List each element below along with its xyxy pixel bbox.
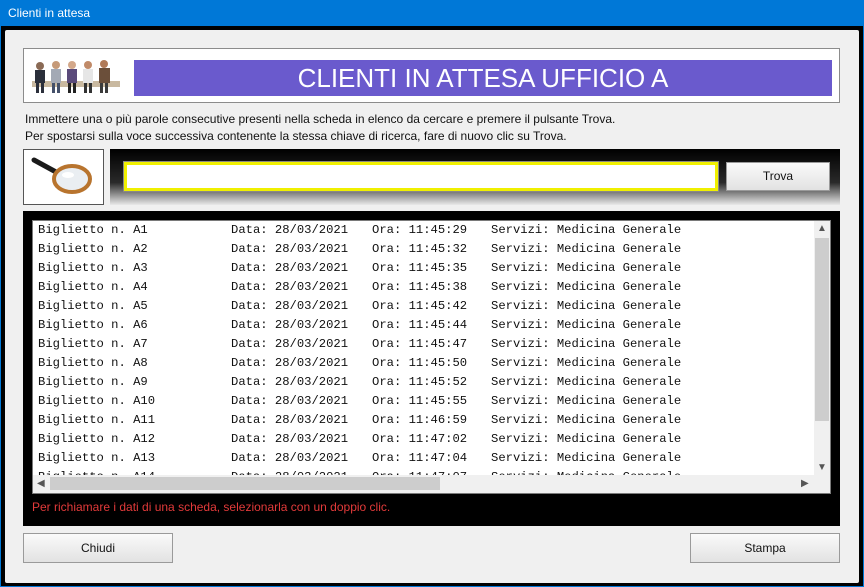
list-item-ticket: Biglietto n. A1 — [38, 223, 148, 237]
vertical-scrollbar[interactable]: ▲ ▼ — [814, 221, 830, 477]
list-item[interactable]: Biglietto n. A10 Data: 28/03/2021 Ora: 11:… — [38, 392, 816, 411]
list-item[interactable]: Biglietto n. A7 Data: 28/03/2021 Ora: 11:4… — [38, 335, 816, 354]
list-item-date: Data: 28/03/2021 — [231, 242, 349, 256]
search-input[interactable] — [123, 161, 719, 192]
list-item[interactable]: Biglietto n. A2 Data: 28/03/2021 Ora: 11:4… — [38, 240, 816, 259]
list-item-date: Data: 28/03/2021 — [231, 337, 349, 351]
list-item-service: Servizi: Medicina Generale — [491, 375, 682, 389]
list-item-ticket: Biglietto n. A14 — [38, 468, 155, 475]
list-item[interactable]: Biglietto n. A12 Data: 28/03/2021 Ora: 11:… — [38, 430, 816, 449]
list-item-ticket: Biglietto n. A10 — [38, 394, 156, 408]
list-item-service: Servizi: Medicina Generale — [491, 261, 682, 275]
list-item-service: Servizi: Medicina Generale — [491, 223, 682, 237]
list-item-date: Data: 28/03/2021 — [231, 223, 349, 237]
list-item[interactable]: Biglietto n. A3 Data: 28/03/2021 Ora: 11:4… — [38, 259, 816, 278]
list-item-ticket: Biglietto n. A12 — [38, 432, 156, 446]
list-item-time: Ora: 11:45:47 — [372, 337, 468, 351]
list-item-time: Ora: 11:45:29 — [372, 223, 468, 237]
list-item-service: Servizi: Medicina Generale — [491, 432, 682, 446]
list-item-date: Data: 28/03/2021 — [231, 299, 349, 313]
list-item-time: Ora: 11:46:59 — [372, 413, 468, 427]
header: CLIENTI IN ATTESA UFFICIO A — [23, 48, 840, 103]
list-item-service: Servizi: Medicina Generale — [491, 413, 682, 427]
list-item-service: Servizi: Medicina Generale — [491, 280, 682, 294]
horizontal-scrollbar[interactable]: ◀ ▶ — [33, 475, 830, 493]
scroll-right-icon[interactable]: ▶ — [801, 478, 809, 490]
list-item-ticket: Biglietto n. A8 — [38, 356, 148, 370]
main-panel: CLIENTI IN ATTESA UFFICIO A Immettere un… — [5, 30, 859, 583]
list-item[interactable]: Biglietto n. A4 Data: 28/03/2021 Ora: 11:4… — [38, 278, 816, 297]
results-panel: Biglietto n. A1 Data: 28/03/2021 Ora: 11:4… — [23, 211, 840, 526]
list-item-date: Data: 28/03/2021 — [231, 318, 349, 332]
list-item-time: Ora: 11:45:38 — [372, 280, 468, 294]
list-item-date: Data: 28/03/2021 — [231, 375, 349, 389]
print-button[interactable]: Stampa — [690, 533, 840, 563]
list-item-service: Servizi: Medicina Generale — [491, 299, 682, 313]
list-item-ticket: Biglietto n. A11 — [38, 413, 156, 427]
list-item[interactable]: Biglietto n. A11 Data: 28/03/2021 Ora: 11:… — [38, 411, 816, 430]
double-click-hint: Per richiamare i dati di una scheda, sel… — [32, 500, 391, 514]
list-item-date: Data: 28/03/2021 — [231, 261, 349, 275]
magnifier-icon — [23, 149, 104, 205]
list-item-service: Servizi: Medicina Generale — [491, 356, 682, 370]
list-item-ticket: Biglietto n. A13 — [38, 451, 156, 465]
list-item-ticket: Biglietto n. A2 — [38, 242, 148, 256]
list-item[interactable]: Biglietto n. A9 Data: 28/03/2021 Ora: 11:4… — [38, 373, 816, 392]
list-item-ticket: Biglietto n. A7 — [38, 337, 148, 351]
list-item[interactable]: Biglietto n. A8 Data: 28/03/2021 Ora: 11:4… — [38, 354, 816, 373]
list-item-service: Servizi: Medicina Generale — [491, 468, 681, 475]
list-item-service: Servizi: Medicina Generale — [491, 318, 682, 332]
list-item-service: Servizi: Medicina Generale — [491, 451, 682, 465]
list-item-time: Ora: 11:45:35 — [372, 261, 468, 275]
find-button[interactable]: Trova — [726, 162, 830, 191]
list-item-time: Ora: 11:45:32 — [372, 242, 468, 256]
list-item-service: Servizi: Medicina Generale — [491, 337, 682, 351]
list-item[interactable]: Biglietto n. A5 Data: 28/03/2021 Ora: 11:4… — [38, 297, 816, 316]
list-item-date: Data: 28/03/2021 — [231, 432, 349, 446]
list-item-service: Servizi: Medicina Generale — [491, 242, 682, 256]
results-list[interactable]: Biglietto n. A1 Data: 28/03/2021 Ora: 11:4… — [32, 220, 831, 494]
scroll-up-icon[interactable]: ▲ — [817, 223, 827, 235]
list-item-time: Ora: 11:47:07 — [372, 468, 467, 475]
list-item-date: Data: 28/03/2021 — [231, 451, 349, 465]
list-item-ticket: Biglietto n. A9 — [38, 375, 148, 389]
horizontal-scroll-thumb[interactable] — [50, 477, 440, 490]
list-item-service: Servizi: Medicina Generale — [491, 394, 682, 408]
list-item-date: Data: 28/03/2021 — [231, 356, 349, 370]
list-item-ticket: Biglietto n. A5 — [38, 299, 148, 313]
list-item-time: Ora: 11:45:42 — [372, 299, 468, 313]
list-item-ticket: Biglietto n. A4 — [38, 280, 148, 294]
list-item-date: Data: 28/03/2021 — [231, 468, 348, 475]
scroll-left-icon[interactable]: ◀ — [37, 478, 45, 490]
list-item[interactable]: Biglietto n. A1 Data: 28/03/2021 Ora: 11:4… — [38, 221, 816, 240]
list-item-time: Ora: 11:45:44 — [372, 318, 468, 332]
window-frame: CLIENTI IN ATTESA UFFICIO A Immettere un… — [1, 26, 863, 586]
results-rows: Biglietto n. A1 Data: 28/03/2021 Ora: 11:4… — [38, 221, 816, 475]
list-item-time: Ora: 11:45:55 — [372, 394, 468, 408]
list-item[interactable]: Biglietto n. A13 Data: 28/03/2021 Ora: 11:… — [38, 449, 816, 468]
list-item-date: Data: 28/03/2021 — [231, 394, 349, 408]
scroll-down-icon[interactable]: ▼ — [817, 462, 827, 474]
instruction-line-1: Immettere una o più parole consecutive p… — [25, 112, 616, 126]
list-item[interactable]: Biglietto n. A6 Data: 28/03/2021 Ora: 11:4… — [38, 316, 816, 335]
people-waiting-icon — [30, 55, 122, 97]
list-item-ticket: Biglietto n. A3 — [38, 261, 148, 275]
list-item-ticket: Biglietto n. A6 — [38, 318, 148, 332]
instruction-line-2: Per spostarsi sulla voce successiva cont… — [25, 129, 567, 143]
close-button[interactable]: Chiudi — [23, 533, 173, 563]
list-item-time: Ora: 11:45:50 — [372, 356, 468, 370]
window-title: Clienti in attesa — [0, 0, 864, 26]
search-bar: Trova — [110, 149, 840, 205]
list-item-time: Ora: 11:47:02 — [372, 432, 468, 446]
list-item-time: Ora: 11:47:04 — [372, 451, 468, 465]
list-item-time: Ora: 11:45:52 — [372, 375, 468, 389]
vertical-scroll-thumb[interactable] — [815, 238, 829, 421]
list-item-date: Data: 28/03/2021 — [231, 413, 349, 427]
list-item-date: Data: 28/03/2021 — [231, 280, 349, 294]
list-item[interactable]: Biglietto n. A14 Data: 28/03/2021 Ora: 11:… — [38, 468, 816, 475]
banner-title: CLIENTI IN ATTESA UFFICIO A — [134, 60, 832, 96]
